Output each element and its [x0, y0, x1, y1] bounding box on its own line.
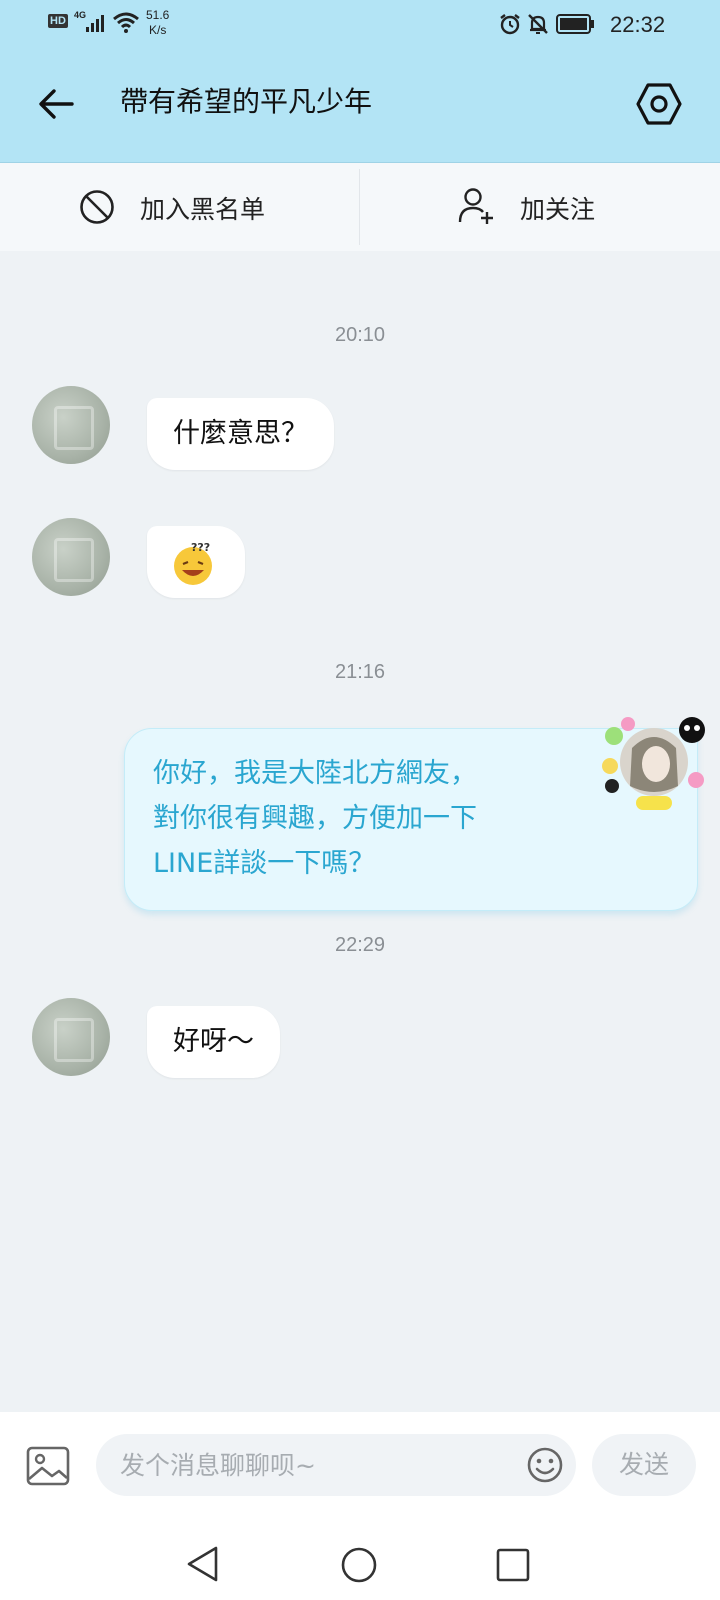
- message-line: 對你很有興趣，方便加一下: [153, 803, 477, 834]
- nav-home-icon[interactable]: [340, 1546, 378, 1584]
- network-speed: 51.6 K/s: [146, 8, 169, 38]
- message-input[interactable]: [96, 1434, 576, 1496]
- my-avatar[interactable]: [598, 708, 710, 816]
- signal-icon: [86, 15, 104, 32]
- message-bubble-incoming[interactable]: ???: [147, 526, 245, 598]
- page-title: 帶有希望的平凡少年: [120, 85, 373, 118]
- message-bubble-incoming[interactable]: 好呀～: [147, 1006, 280, 1078]
- battery-icon: [556, 14, 594, 34]
- message-timestamp: 20:10: [334, 324, 386, 346]
- settings-icon[interactable]: [636, 82, 682, 126]
- send-button[interactable]: 发送: [592, 1434, 696, 1496]
- alarm-icon: [500, 14, 520, 35]
- image-icon[interactable]: [26, 1446, 70, 1486]
- speed-value: 51.6: [146, 8, 170, 22]
- add-user-icon: [458, 188, 493, 224]
- back-arrow-icon[interactable]: [36, 86, 76, 122]
- svg-text:???: ???: [191, 541, 210, 554]
- message-line: 你好，我是大陸北方網友，: [153, 758, 477, 789]
- avatar[interactable]: [32, 386, 110, 464]
- follow-button[interactable]: 加关注: [458, 184, 618, 230]
- message-timestamp: 21:16: [334, 661, 386, 683]
- confused-emoji: ???: [174, 541, 212, 585]
- block-label: 加入黑名单: [140, 195, 266, 224]
- emoji-icon[interactable]: [526, 1446, 564, 1484]
- message-line: LINE詳談一下嗎？: [153, 848, 376, 879]
- action-divider: [359, 169, 360, 245]
- follow-label: 加关注: [520, 195, 596, 224]
- nav-back-icon[interactable]: [184, 1544, 220, 1584]
- block-icon: [80, 190, 114, 224]
- status-clock: 22:32: [610, 12, 666, 37]
- message-timestamp: 22:29: [334, 934, 386, 956]
- avatar[interactable]: [32, 998, 110, 1076]
- avatar[interactable]: [32, 518, 110, 596]
- bell-off-icon: [528, 14, 548, 34]
- message-bubble-incoming[interactable]: 什麼意思？: [147, 398, 334, 470]
- wifi-icon: [113, 12, 139, 33]
- nav-recents-icon[interactable]: [496, 1548, 530, 1582]
- hd-badge: HD: [48, 14, 68, 28]
- speed-unit: K/s: [149, 23, 167, 37]
- block-button[interactable]: 加入黑名单: [78, 184, 298, 230]
